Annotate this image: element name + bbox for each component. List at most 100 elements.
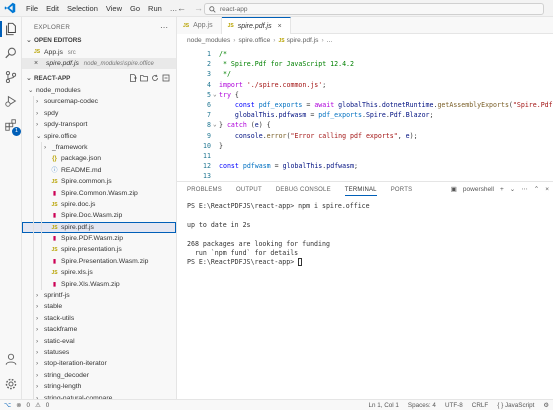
fold-chevron-icon[interactable]: ⌄ [213, 90, 217, 100]
new-folder-icon[interactable] [140, 74, 148, 82]
terminal-output[interactable]: PS E:\ReactPDFJS\react-app> npm i spire.… [187, 202, 547, 268]
chevron-right-icon[interactable]: › [36, 313, 44, 324]
chevron-right-icon[interactable]: › [36, 370, 44, 381]
tab-debug-console[interactable]: DEBUG CONSOLE [276, 182, 331, 198]
back-arrow-icon[interactable]: ← [177, 3, 186, 13]
more-actions-icon[interactable]: ⋯ [160, 23, 168, 32]
tree-item[interactable]: › sprintf-js [22, 290, 176, 302]
tree-item[interactable]: › string-length [22, 381, 176, 393]
code-editor[interactable]: 1/* 2 * Spire.Pdf for JavaScript 12.4.2 3 … [177, 47, 553, 180]
tree-item[interactable]: › spdy [22, 107, 176, 120]
tree-item[interactable]: JS spire.doc.js [22, 198, 176, 211]
chevron-right-icon[interactable]: › [36, 108, 44, 119]
open-editor-item[interactable]: × spire.pdf.js node_modules\spire.office [22, 58, 176, 69]
chevron-right-icon[interactable]: › [36, 290, 44, 301]
maximize-panel-icon[interactable]: ⌃ [534, 185, 539, 193]
new-file-icon[interactable] [129, 74, 137, 82]
chevron-right-icon[interactable]: › [36, 358, 44, 369]
project-header[interactable]: ⌄ REACT-APP [22, 73, 176, 85]
tree-item[interactable]: JS spire.xls.js [22, 267, 176, 279]
menu-selection[interactable]: Selection [63, 0, 102, 17]
tab-ports[interactable]: PORTS [391, 182, 413, 198]
tree-item[interactable]: › spdy-transport [22, 119, 176, 131]
tree-item[interactable]: ▮ Spire.PDF.Wasm.zip [22, 233, 176, 245]
language-mode[interactable]: { } JavaScript [497, 400, 534, 410]
tree-item[interactable]: › string_decoder [22, 369, 176, 382]
tree-item[interactable]: › stack-utils [22, 312, 176, 325]
tab-output[interactable]: OUTPUT [236, 182, 262, 198]
tree-item[interactable]: ▮ Spire.Doc.Wasm.zip [22, 210, 176, 222]
notifications-bell-icon[interactable]: ⚙ [543, 400, 549, 410]
tab-app-js[interactable]: JS App.js [177, 17, 222, 34]
encoding[interactable]: UTF-8 [445, 400, 463, 410]
cursor-position[interactable]: Ln 1, Col 1 [368, 400, 398, 410]
explorer-files-icon[interactable] [4, 22, 18, 36]
tree-item[interactable]: JS Spire.common.js [22, 176, 176, 188]
warnings-icon[interactable]: ⚠ [35, 400, 41, 410]
source-control-icon[interactable] [4, 70, 18, 84]
chevron-down-icon[interactable]: ⌄ [36, 131, 44, 142]
tree-item[interactable]: › statuses [22, 346, 176, 359]
breadcrumb-item[interactable]: spire.office [238, 37, 270, 44]
close-icon[interactable]: × [278, 23, 282, 30]
chevron-right-icon[interactable]: › [36, 347, 44, 358]
menu-view[interactable]: View [102, 0, 126, 17]
open-editors-header[interactable]: ⌄ OPEN EDITORS [22, 35, 176, 47]
tree-item[interactable]: › stable [22, 301, 176, 313]
chevron-right-icon[interactable]: › [44, 142, 52, 153]
chevron-right-icon[interactable]: › [36, 96, 44, 107]
remote-icon[interactable]: ⌥ [4, 400, 11, 410]
terminal-shell-label[interactable]: powershell [463, 186, 494, 193]
indentation[interactable]: Spaces: 4 [408, 400, 436, 410]
forward-arrow-icon[interactable]: → [194, 3, 203, 13]
collapse-all-icon[interactable] [162, 74, 170, 82]
tree-item[interactable]: ▮ Spire.Xls.Wasm.zip [22, 278, 176, 291]
close-panel-icon[interactable]: × [545, 186, 549, 193]
run-and-debug-icon[interactable] [4, 94, 18, 108]
tree-item[interactable]: ⌄ node_modules [22, 85, 176, 96]
tree-item[interactable]: › sourcemap-codec [22, 96, 176, 108]
tree-item[interactable]: › _framework [22, 141, 176, 154]
tree-item[interactable]: ⌄ spire.office [22, 130, 176, 142]
tree-item[interactable]: JS spire.pdf.js [22, 221, 176, 234]
tree-item[interactable]: {} package.json [22, 153, 176, 165]
tree-item[interactable]: › static-eval [22, 335, 176, 347]
menu-run[interactable]: Run [144, 0, 166, 17]
tree-item[interactable]: › stop-iteration-iterator [22, 358, 176, 370]
tree-item[interactable]: JS spire.presentation.js [22, 244, 176, 256]
line-ending[interactable]: CRLF [472, 400, 488, 410]
close-icon[interactable]: × [34, 58, 38, 69]
add-terminal-icon[interactable]: + [500, 186, 504, 193]
search-view-icon[interactable] [4, 46, 18, 60]
chevron-down-icon[interactable]: ⌄ [510, 185, 515, 193]
errors-count[interactable]: 0 [27, 400, 31, 410]
breadcrumb-item[interactable]: node_modules [187, 37, 230, 44]
tab-spire-pdf-js[interactable]: JS spire.pdf.js × [221, 17, 291, 34]
menu-edit[interactable]: Edit [42, 0, 63, 17]
chevron-down-icon[interactable]: ⌄ [28, 85, 36, 96]
chevron-right-icon[interactable]: › [36, 324, 44, 335]
manage-gear-icon[interactable] [4, 377, 18, 391]
refresh-icon[interactable] [151, 74, 159, 82]
breadcrumb-item[interactable]: spire.pdf.js [287, 37, 319, 44]
tab-problems[interactable]: PROBLEMS [187, 182, 222, 198]
chevron-right-icon[interactable]: › [36, 301, 44, 312]
fold-chevron-icon[interactable]: ⌄ [213, 120, 217, 130]
menu-go[interactable]: Go [126, 0, 144, 17]
menu-file[interactable]: File [22, 0, 42, 17]
tree-item[interactable]: ⓘ README.md [22, 164, 176, 177]
command-center-search[interactable]: react-app [204, 3, 544, 15]
breadcrumb-item[interactable]: ... [327, 37, 333, 44]
tree-item[interactable]: ▮ Spire.Presentation.Wasm.zip [22, 255, 176, 268]
more-actions-icon[interactable]: ⋯ [521, 185, 528, 193]
chevron-right-icon[interactable]: › [36, 119, 44, 130]
tree-item[interactable]: ▮ Spire.Common.Wasm.zip [22, 187, 176, 199]
accounts-icon[interactable] [4, 352, 18, 366]
tab-terminal[interactable]: TERMINAL [344, 182, 377, 198]
tree-item[interactable]: › stackframe [22, 324, 176, 336]
open-editor-item[interactable]: JS App.js src [22, 47, 176, 58]
errors-icon[interactable]: ⊗ [16, 400, 21, 410]
chevron-right-icon[interactable]: › [36, 381, 44, 392]
chevron-right-icon[interactable]: › [36, 336, 44, 347]
warnings-count[interactable]: 0 [46, 400, 50, 410]
